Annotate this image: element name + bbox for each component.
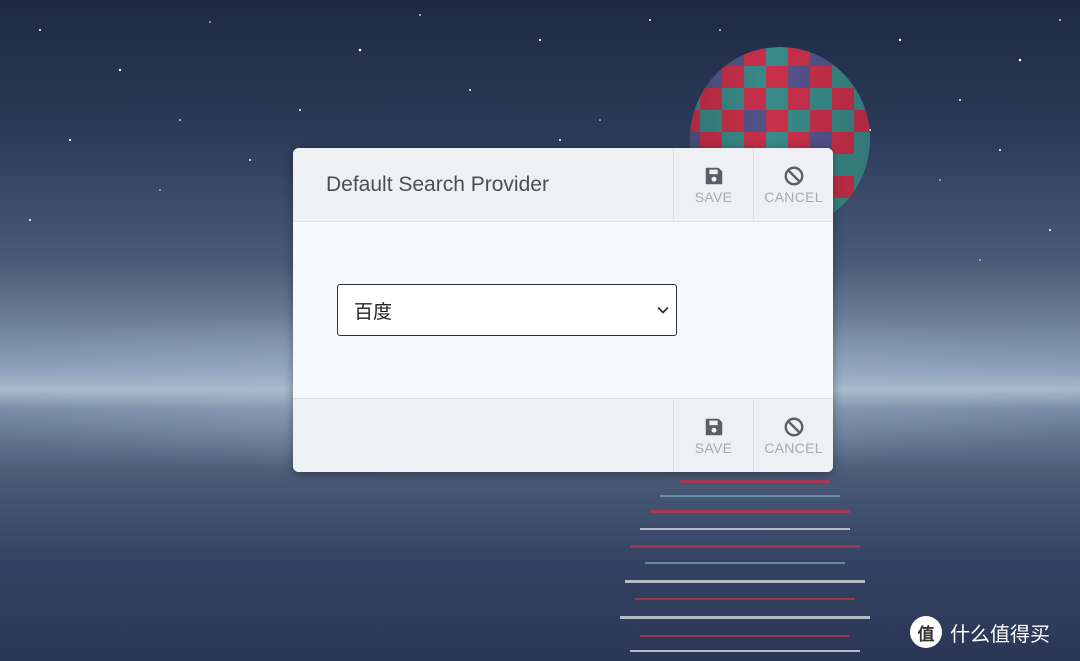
- footer-cancel-button[interactable]: CANCEL: [753, 399, 833, 472]
- watermark-logo-char: 值: [917, 624, 935, 645]
- dialog-body: 百度: [293, 222, 833, 398]
- footer-save-button[interactable]: SAVE: [673, 399, 753, 472]
- footer-save-label: SAVE: [694, 440, 733, 456]
- header-save-button[interactable]: SAVE: [673, 148, 753, 221]
- floppy-disk-icon: [705, 418, 722, 436]
- chevron-down-icon: [657, 306, 669, 314]
- watermark-logo: 值: [910, 616, 942, 648]
- header-save-label: SAVE: [694, 188, 733, 205]
- search-provider-dialog: Default Search Provider SAVE CANCEL 百度 S…: [293, 148, 833, 472]
- ban-icon: [784, 417, 803, 437]
- floppy-disk-icon: [705, 167, 722, 184]
- header-cancel-label: CANCEL: [764, 188, 823, 205]
- dialog-header: Default Search Provider SAVE CANCEL: [293, 148, 833, 222]
- watermark-text: 什么值得买: [950, 621, 1050, 646]
- ban-icon: [784, 166, 803, 185]
- dialog-footer: SAVE CANCEL: [293, 398, 833, 472]
- search-provider-select[interactable]: 百度: [337, 284, 677, 336]
- site-watermark: 值 什么值得买: [910, 615, 1050, 649]
- balloon-reflection: [620, 480, 870, 652]
- selected-provider: 百度: [354, 300, 393, 323]
- header-cancel-button[interactable]: CANCEL: [753, 148, 833, 221]
- dialog-title: Default Search Provider: [326, 172, 549, 196]
- footer-cancel-label: CANCEL: [764, 440, 823, 456]
